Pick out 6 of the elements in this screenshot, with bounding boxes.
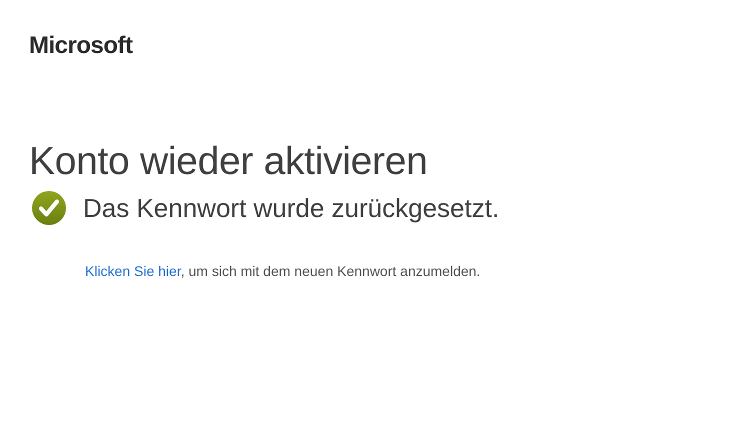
sign-in-link[interactable]: Klicken Sie hier	[85, 263, 181, 279]
instruction-text: Klicken Sie hier, um sich mit dem neuen Kennwort anzumelden.	[85, 262, 480, 280]
checkmark-icon	[32, 191, 66, 225]
page-title: Konto wieder aktivieren	[29, 139, 428, 185]
status-message: Das Kennwort wurde zurückgesetzt.	[83, 192, 500, 225]
logo-wordmark: Microsoft	[29, 31, 132, 61]
